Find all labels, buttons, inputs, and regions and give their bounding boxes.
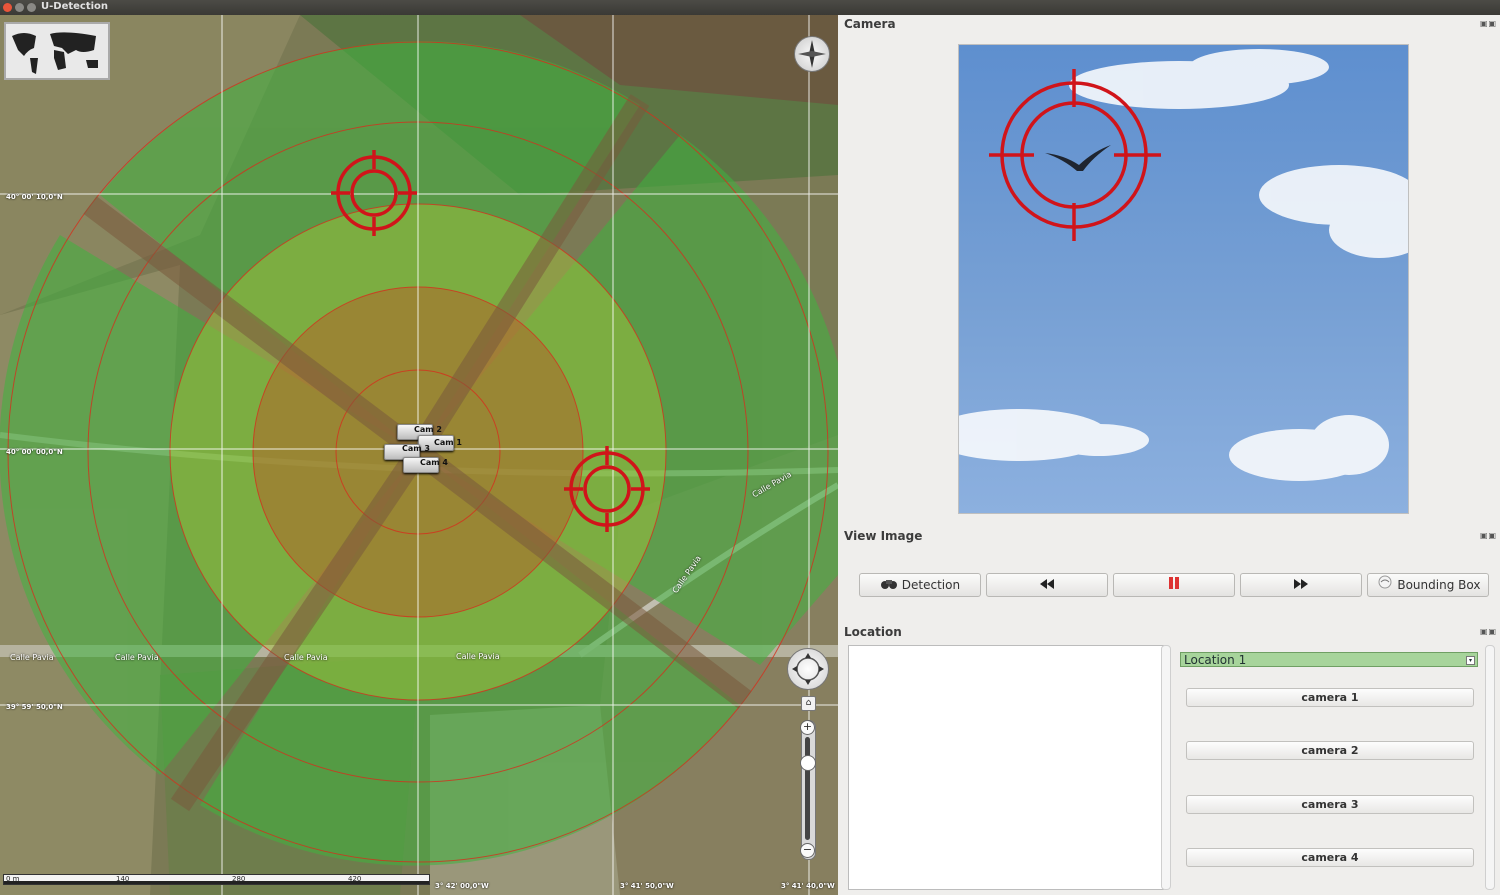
pause-button[interactable]	[1113, 573, 1235, 597]
camera-marker-label: Cam 4	[420, 458, 448, 467]
scale-label: 140	[116, 875, 130, 883]
maximize-window-button[interactable]	[27, 3, 36, 12]
street-label: Calle Pavia	[284, 653, 328, 662]
camera-feed	[958, 44, 1409, 514]
detection-button[interactable]: Detection	[859, 573, 981, 597]
pan-control[interactable]	[787, 648, 829, 690]
map-view[interactable]: 40° 00' 10,0"N 40° 00' 00,0"N 39° 59' 50…	[0, 15, 838, 895]
view-image-dock-title: View Image	[844, 529, 923, 543]
binoculars-icon	[880, 575, 898, 597]
street-label: Calle Pavia	[115, 653, 159, 662]
camera-1-button[interactable]: camera 1	[1186, 688, 1474, 707]
zoom-out-button[interactable]: −	[800, 843, 815, 858]
rewind-icon	[1040, 578, 1054, 592]
camera-3-button[interactable]: camera 3	[1186, 795, 1474, 814]
zoom-in-button[interactable]: +	[800, 720, 815, 735]
location-dock-title: Location	[844, 625, 902, 639]
camera-marker-label: Cam 2	[414, 425, 442, 434]
dock-controls[interactable]: ▣▣	[1480, 19, 1496, 28]
street-label: Calle Pavia	[10, 653, 54, 662]
zoom-slider-handle[interactable]	[800, 755, 816, 771]
chevron-down-icon: ▾	[1466, 656, 1475, 665]
scale-label: 0 m	[6, 875, 20, 883]
camera-list-scrollbar[interactable]	[1485, 645, 1495, 890]
camera-marker-label: Cam 1	[434, 438, 462, 447]
minimize-window-button[interactable]	[15, 3, 24, 12]
location-dropdown[interactable]: Location 1 ▾	[1180, 652, 1478, 667]
pause-icon	[1168, 577, 1180, 592]
fast-forward-button[interactable]	[1240, 573, 1362, 597]
scale-label: 280	[232, 875, 246, 883]
camera-dock-title: Camera	[844, 17, 896, 31]
camera-marker-label: Cam 3	[402, 444, 430, 453]
dock-controls[interactable]: ▣▣	[1480, 531, 1496, 540]
street-label: Calle Pavia	[456, 652, 500, 661]
lon-label-mid: 3° 41' 50,0"W	[620, 882, 674, 890]
location-dropdown-value: Location 1	[1184, 653, 1247, 667]
camera-4-button[interactable]: camera 4	[1186, 848, 1474, 867]
lat-label-top: 40° 00' 10,0"N	[6, 193, 63, 201]
camera-2-button[interactable]: camera 2	[1186, 741, 1474, 760]
lon-label-left: 3° 42' 00,0"W	[435, 882, 489, 890]
location-list[interactable]	[848, 645, 1164, 890]
dock-controls[interactable]: ▣▣	[1480, 627, 1496, 636]
close-window-button[interactable]	[3, 3, 12, 12]
zoom-slider-bar	[805, 737, 810, 840]
window-title: U-Detection	[41, 1, 109, 12]
compass-icon[interactable]	[794, 36, 830, 72]
bounding-box-icon	[1376, 574, 1394, 597]
fast-forward-icon	[1294, 578, 1308, 592]
lat-label-bottom: 39° 59' 50,0"N	[6, 703, 63, 711]
lon-label-right: 3° 41' 40,0"W	[781, 882, 835, 890]
detection-button-label: Detection	[901, 578, 961, 592]
lat-label-mid: 40° 00' 00,0"N	[6, 448, 63, 456]
bounding-box-button-label: Bounding Box	[1397, 578, 1481, 592]
bounding-box-button[interactable]: Bounding Box	[1367, 573, 1489, 597]
home-icon[interactable]: ⌂	[801, 696, 816, 711]
scale-label: 420	[348, 875, 362, 883]
scale-bar-fill	[4, 881, 429, 884]
bird-shape	[1045, 145, 1111, 171]
rewind-button[interactable]	[986, 573, 1108, 597]
side-panel: Camera ▣▣ View Image ▣▣ Detection Boundi…	[838, 15, 1500, 895]
location-list-scrollbar[interactable]	[1161, 645, 1171, 890]
world-minimap[interactable]	[4, 22, 110, 80]
title-bar: U-Detection	[0, 0, 1500, 15]
